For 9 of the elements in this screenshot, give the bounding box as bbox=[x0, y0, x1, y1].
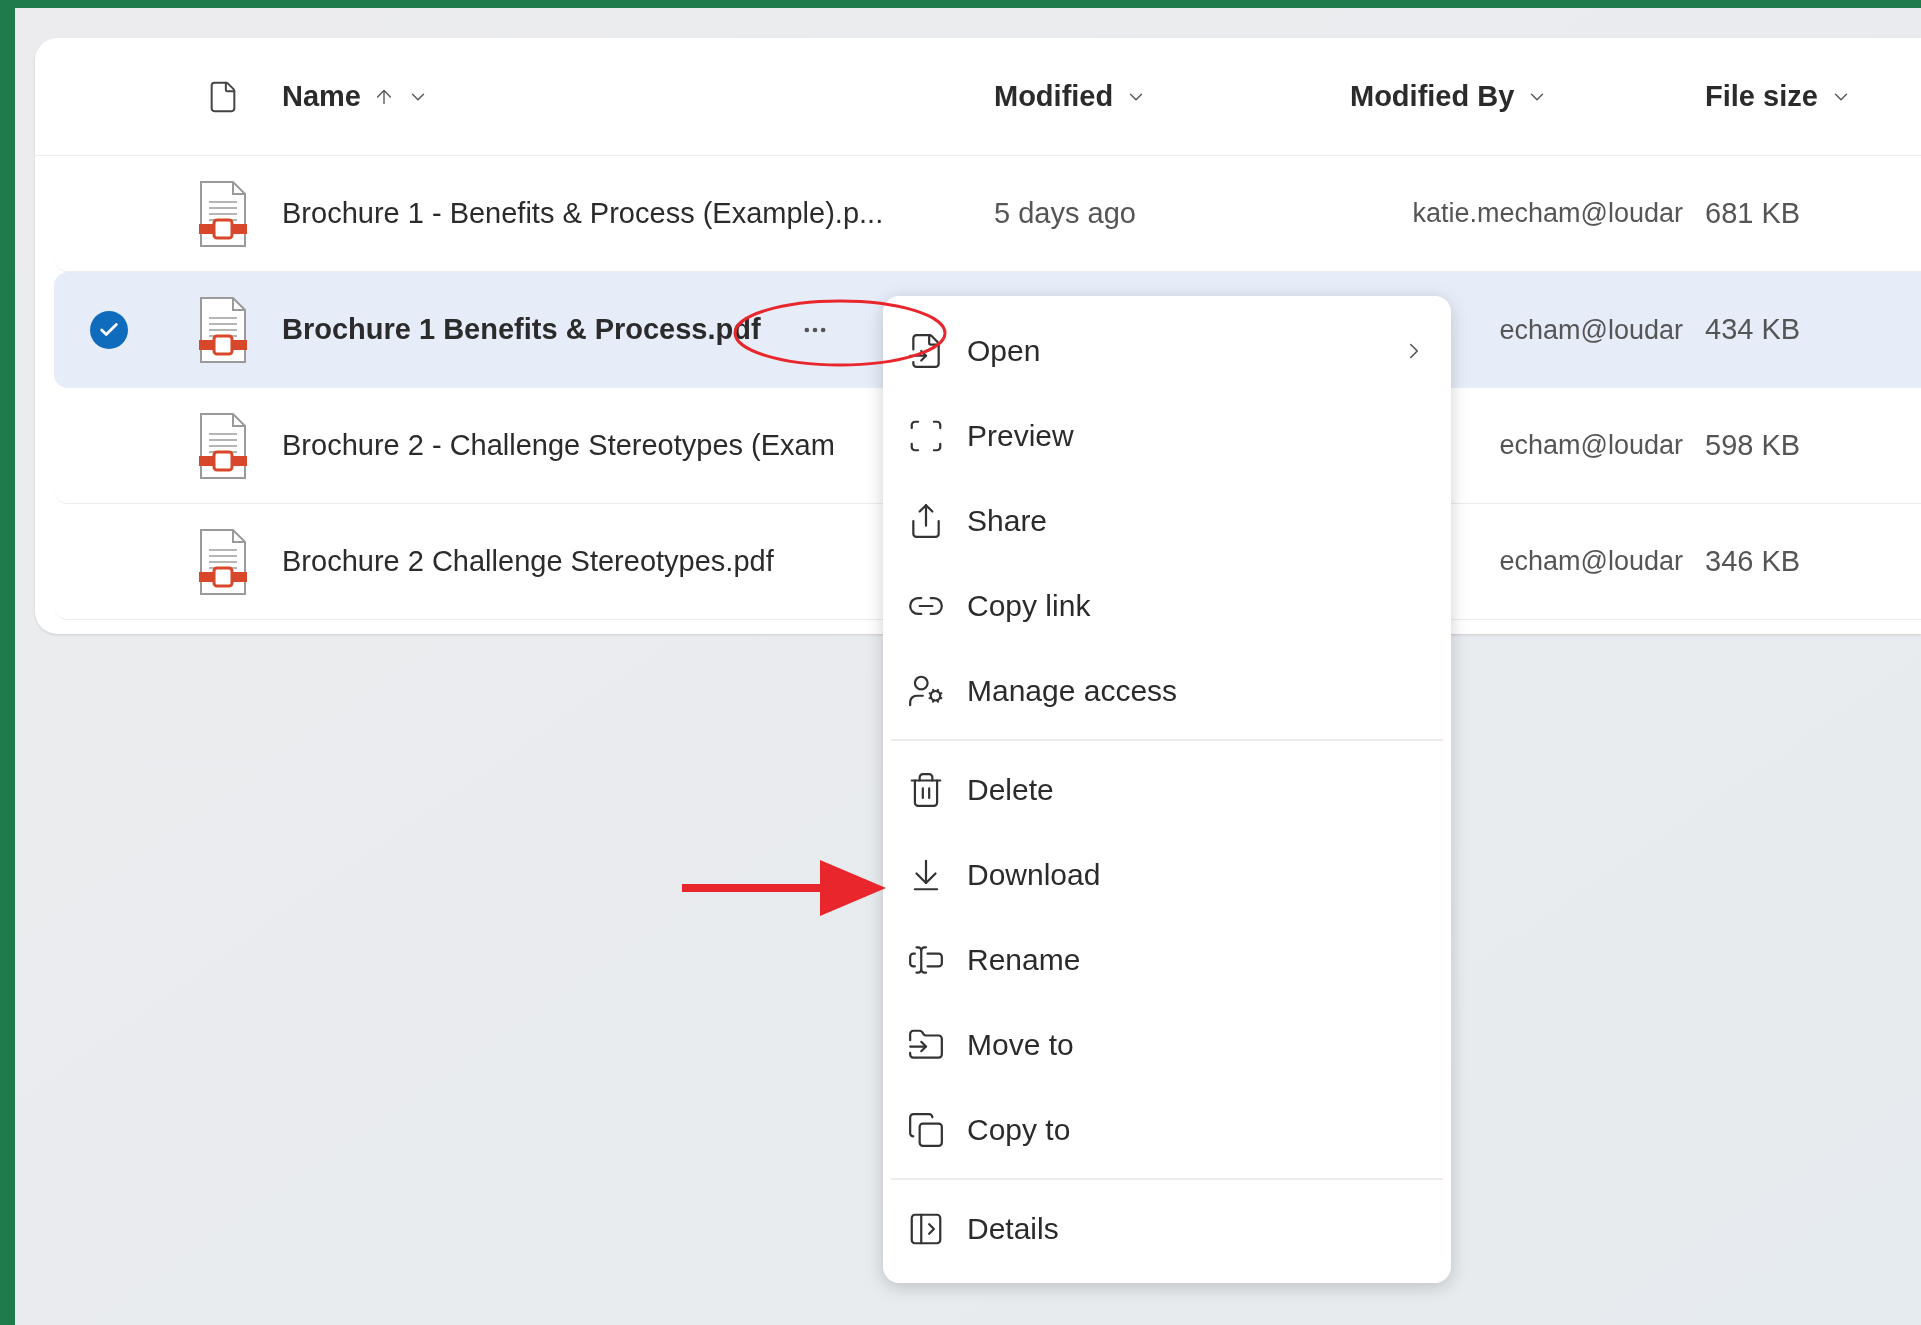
file-size: 434 KB bbox=[1705, 313, 1801, 346]
modified-by: echam@loudar bbox=[1499, 429, 1683, 463]
file-size: 598 KB bbox=[1705, 428, 1801, 461]
modified-by: echam@loudar bbox=[1499, 313, 1683, 347]
file-size: 346 KB bbox=[1705, 544, 1801, 577]
file-size: 681 KB bbox=[1705, 196, 1801, 229]
modified-by: echam@loudar bbox=[1499, 545, 1683, 579]
modified-by: katie.mecham@loudar bbox=[1412, 197, 1683, 231]
modified-date: 5 days ago bbox=[994, 196, 1136, 229]
